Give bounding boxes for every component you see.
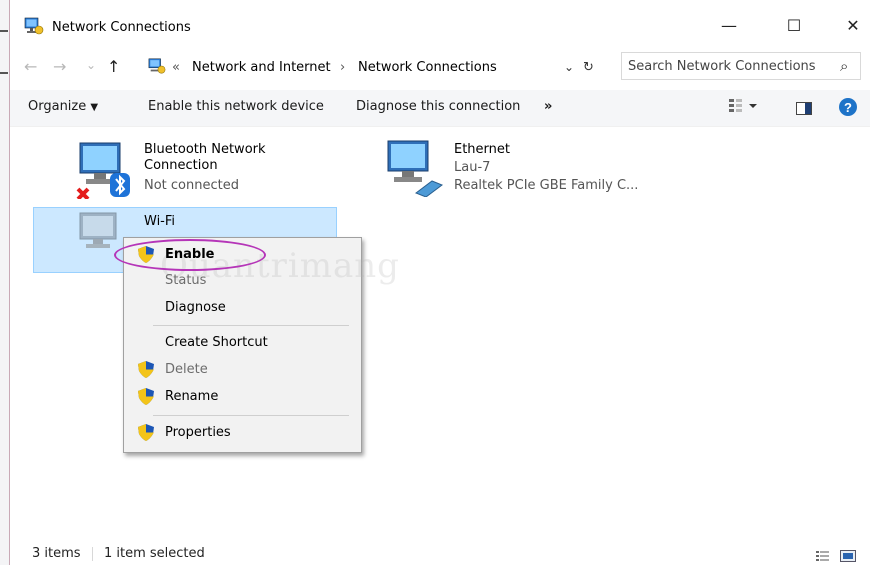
ethernet-item-status: Lau-7 — [454, 160, 491, 175]
maximize-icon: ☐ — [786, 15, 802, 35]
ethernet-adapter-icon[interactable] — [382, 137, 448, 201]
window-title: Network Connections — [52, 20, 191, 35]
search-icon[interactable]: ⌕ — [840, 57, 848, 75]
menu-item-delete[interactable]: Delete — [165, 362, 208, 377]
shield-icon — [138, 361, 154, 382]
menu-item-create-shortcut[interactable]: Create Shortcut — [165, 335, 268, 350]
preview-pane-icon[interactable] — [796, 100, 812, 119]
address-dropdown-icon[interactable]: ⌄ — [564, 60, 574, 74]
network-connections-window: Network Connections — ☐ ✕ ← → ⌄ ↑ « Netw… — [10, 0, 870, 565]
large-icons-view-icon[interactable] — [840, 547, 856, 566]
minimize-button[interactable]: — — [706, 10, 752, 40]
menu-separator — [153, 415, 349, 416]
shield-icon — [138, 424, 154, 445]
up-arrow-icon[interactable]: ↑ — [107, 57, 120, 76]
enable-device-button[interactable]: Enable this network device — [148, 99, 324, 114]
highlight-ellipse — [114, 239, 266, 271]
close-button[interactable]: ✕ — [830, 10, 870, 40]
chevron-down-icon: ▼ — [90, 102, 99, 113]
bluetooth-item-status: Not connected — [144, 178, 239, 193]
help-icon[interactable]: ? — [839, 98, 857, 120]
menu-item-properties[interactable]: Properties — [165, 425, 231, 440]
breadcrumb-network-connections[interactable]: Network Connections — [358, 60, 497, 75]
back-arrow-icon[interactable]: ← — [24, 57, 37, 76]
bluetooth-item-name-line2[interactable]: Connection — [144, 158, 218, 173]
wifi-item-name[interactable]: Wi-Fi — [144, 214, 175, 229]
svg-text:?: ? — [844, 100, 852, 115]
selection-count: 1 item selected — [104, 546, 205, 561]
diagnose-connection-button[interactable]: Diagnose this connection — [356, 99, 520, 114]
shield-icon — [138, 388, 154, 409]
breadcrumb-overflow-icon[interactable]: « — [172, 60, 180, 75]
menu-item-rename[interactable]: Rename — [165, 389, 218, 404]
organize-label: Organize — [28, 99, 87, 114]
menu-separator — [153, 325, 349, 326]
forward-arrow-icon[interactable]: → — [53, 57, 66, 76]
network-folder-icon — [24, 16, 44, 40]
details-view-icon[interactable] — [816, 547, 830, 566]
search-placeholder: Search Network Connections — [628, 59, 816, 74]
network-location-icon — [148, 57, 166, 79]
ethernet-item-device: Realtek PCIe GBE Family C... — [454, 178, 639, 193]
breadcrumb-separator-icon: › — [340, 60, 346, 75]
bluetooth-adapter-icon[interactable] — [74, 137, 136, 203]
menu-item-status[interactable]: Status — [165, 273, 206, 288]
maximize-button[interactable]: ☐ — [771, 10, 817, 40]
breadcrumb-network-and-internet[interactable]: Network and Internet — [192, 60, 331, 75]
ethernet-item-name[interactable]: Ethernet — [454, 142, 510, 157]
close-icon: ✕ — [846, 15, 860, 35]
refresh-icon[interactable]: ↻ — [583, 60, 594, 75]
item-count: 3 items — [32, 546, 81, 561]
menu-item-diagnose[interactable]: Diagnose — [165, 300, 226, 315]
more-commands-icon[interactable]: » — [544, 99, 552, 114]
change-view-icon[interactable] — [728, 98, 758, 118]
background-window-edge — [0, 0, 10, 565]
minimize-icon: — — [721, 15, 737, 35]
status-divider — [92, 547, 93, 561]
recent-locations-icon[interactable]: ⌄ — [86, 58, 96, 72]
organize-button[interactable]: Organize ▼ — [28, 99, 98, 114]
bluetooth-item-name[interactable]: Bluetooth Network — [144, 142, 266, 157]
